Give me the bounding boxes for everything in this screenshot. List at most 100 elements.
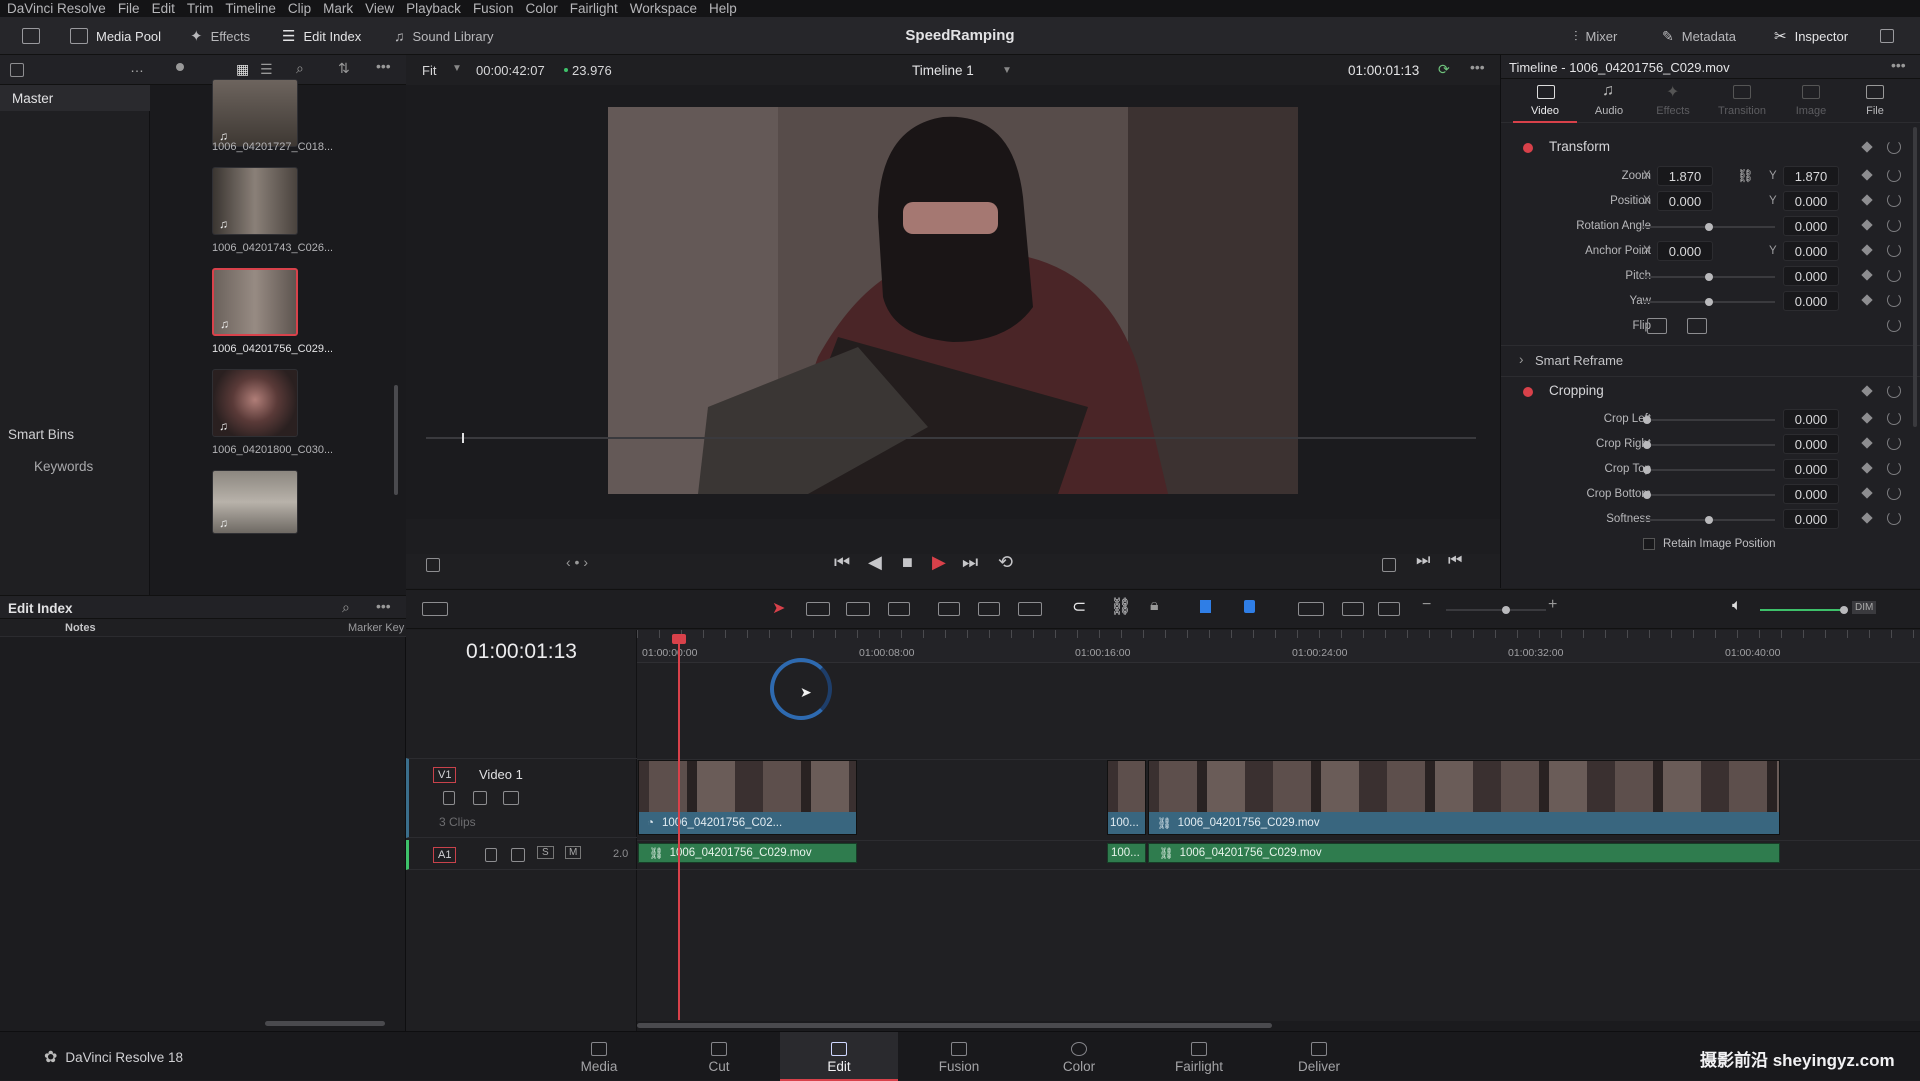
page-cut[interactable]: Cut	[660, 1032, 778, 1081]
position-y-field[interactable]: 0.000	[1783, 191, 1839, 211]
keywords-bin[interactable]: Keywords	[34, 459, 93, 474]
options-icon[interactable]: •••	[1891, 57, 1906, 73]
zoom-out-icon[interactable]: −	[1422, 596, 1431, 614]
loop-icon[interactable]: ⟲	[998, 552, 1013, 573]
a1-track-label[interactable]: A1	[433, 847, 457, 863]
dynamic-trim-icon[interactable]	[846, 602, 870, 616]
video-frame[interactable]	[608, 107, 1298, 494]
tab-image[interactable]: Image	[1779, 79, 1843, 123]
page-fairlight[interactable]: Fairlight	[1140, 1032, 1258, 1081]
menu-clip[interactable]: Clip	[288, 1, 311, 16]
page-media[interactable]: Media	[540, 1032, 658, 1081]
slider-knob[interactable]	[1643, 416, 1651, 424]
reset-icon[interactable]	[1887, 268, 1901, 282]
position-lock-icon[interactable]: 🔒︎	[1150, 597, 1159, 615]
yaw-field[interactable]: 0.000	[1783, 291, 1839, 311]
rotation-field[interactable]: 0.000	[1783, 216, 1839, 236]
zoom-slider[interactable]	[1446, 606, 1546, 614]
reset-icon[interactable]	[1887, 411, 1901, 425]
menu-playback[interactable]: Playback	[406, 1, 461, 16]
inspector-scrollbar[interactable]	[1913, 127, 1917, 427]
scrubber-bar[interactable]	[426, 437, 1476, 439]
clip-thumbnail[interactable]: ♫	[212, 470, 298, 534]
reset-icon[interactable]	[1887, 384, 1901, 398]
sort-icon[interactable]: ⇅	[338, 60, 350, 77]
snapping-icon[interactable]: ⊂	[1072, 597, 1086, 617]
track-name[interactable]: Video 1	[479, 767, 523, 782]
solo-button[interactable]: S	[537, 846, 554, 859]
crop-bottom-slider[interactable]	[1643, 491, 1775, 499]
menu-workspace[interactable]: Workspace	[630, 1, 697, 16]
volume-knob[interactable]	[1840, 606, 1848, 614]
metadata-button[interactable]: ✎ Metadata	[1662, 24, 1736, 48]
next-edit-icon[interactable]: ⏭	[1416, 552, 1430, 570]
master-volume-slider[interactable]	[1760, 606, 1848, 614]
enable-toggle-icon[interactable]	[1523, 143, 1533, 153]
timeline-scrollbar-thumb[interactable]	[637, 1023, 1272, 1028]
reset-icon[interactable]	[1887, 318, 1901, 332]
expand-button[interactable]	[1880, 24, 1894, 48]
menu-help[interactable]: Help	[709, 1, 737, 16]
lock-icon[interactable]	[485, 848, 497, 862]
softness-slider[interactable]	[1643, 516, 1775, 524]
flip-vertical-icon[interactable]	[1687, 318, 1707, 334]
page-edit[interactable]: Edit	[780, 1032, 898, 1081]
jog-control-icon[interactable]: ‹ • ›	[566, 554, 588, 570]
mute-button[interactable]: M	[565, 846, 582, 859]
marker-key-column[interactable]: Marker Key	[348, 622, 404, 634]
menu-fairlight[interactable]: Fairlight	[570, 1, 618, 16]
cropping-section[interactable]: Cropping	[1501, 376, 1920, 406]
slider-knob[interactable]	[1705, 516, 1713, 524]
keyframe-icon[interactable]	[1861, 487, 1873, 499]
more-icon[interactable]: …	[130, 59, 144, 75]
reset-icon[interactable]	[1887, 193, 1901, 207]
slider-knob[interactable]	[1643, 491, 1651, 499]
clip-thumbnail[interactable]: ♫	[212, 369, 298, 437]
marker-icon[interactable]	[1244, 600, 1255, 613]
menu-fusion[interactable]: Fusion	[473, 1, 514, 16]
timeline-playhead[interactable]	[678, 638, 680, 1020]
position-x-field[interactable]: 0.000	[1657, 191, 1713, 211]
zoom-x-field[interactable]: 1.870	[1657, 166, 1713, 186]
tab-transition[interactable]: Transition	[1707, 79, 1777, 123]
softness-field[interactable]: 0.000	[1783, 509, 1839, 529]
crop-bottom-field[interactable]: 0.000	[1783, 484, 1839, 504]
keyframe-icon[interactable]	[1861, 412, 1873, 424]
reset-icon[interactable]	[1887, 511, 1901, 525]
keyframe-icon[interactable]	[1861, 512, 1873, 524]
crop-top-slider[interactable]	[1643, 466, 1775, 474]
panel-toggle-icon[interactable]	[10, 63, 24, 77]
viewer-mode-icon[interactable]	[426, 558, 440, 572]
master-bin[interactable]: Master	[0, 85, 150, 111]
timeline-view-options-icon[interactable]	[422, 602, 448, 616]
video-clip[interactable]: ◔ 1006_04201756_C02...	[638, 760, 857, 835]
enable-toggle-icon[interactable]	[1523, 387, 1533, 397]
audio-clip[interactable]: 100...	[1107, 843, 1146, 863]
zoom-full-icon[interactable]	[1298, 602, 1324, 616]
chevron-down-icon[interactable]: ▼	[452, 63, 462, 74]
auto-select-icon[interactable]	[473, 791, 487, 805]
menu-trim[interactable]: Trim	[187, 1, 214, 16]
record-dot-icon[interactable]	[176, 63, 184, 71]
timeline-name-dropdown[interactable]: Timeline 1	[912, 63, 974, 78]
play-icon[interactable]: ▶	[932, 552, 946, 573]
zoom-fit-dropdown[interactable]: Fit	[422, 63, 436, 78]
reset-icon[interactable]	[1887, 293, 1901, 307]
sync-icon[interactable]: ⟳	[1438, 61, 1450, 78]
notes-column[interactable]: Notes	[65, 622, 96, 634]
volume-icon[interactable]: 🔈︎	[1732, 597, 1742, 615]
keyframe-icon[interactable]	[1861, 462, 1873, 474]
tab-effects[interactable]: ✦ Effects	[1641, 79, 1705, 123]
slider-knob[interactable]	[1643, 466, 1651, 474]
blade-tool-icon[interactable]	[888, 602, 910, 616]
clip-thumbnail-selected[interactable]: ♫	[212, 268, 298, 336]
yaw-slider[interactable]	[1643, 298, 1775, 306]
crop-top-field[interactable]: 0.000	[1783, 459, 1839, 479]
inspector-button[interactable]: ✂ Inspector	[1774, 24, 1848, 48]
retain-image-position-checkbox[interactable]	[1643, 538, 1655, 550]
tab-video[interactable]: Video	[1513, 79, 1577, 123]
keyframe-icon[interactable]	[1861, 219, 1873, 231]
timeline-ruler[interactable]: 01:00:00:00 01:00:08:00 01:00:16:00 01:0…	[637, 630, 1920, 663]
selection-tool-icon[interactable]: ➤	[772, 598, 785, 618]
edit-index-scrollbar[interactable]	[265, 1021, 385, 1026]
